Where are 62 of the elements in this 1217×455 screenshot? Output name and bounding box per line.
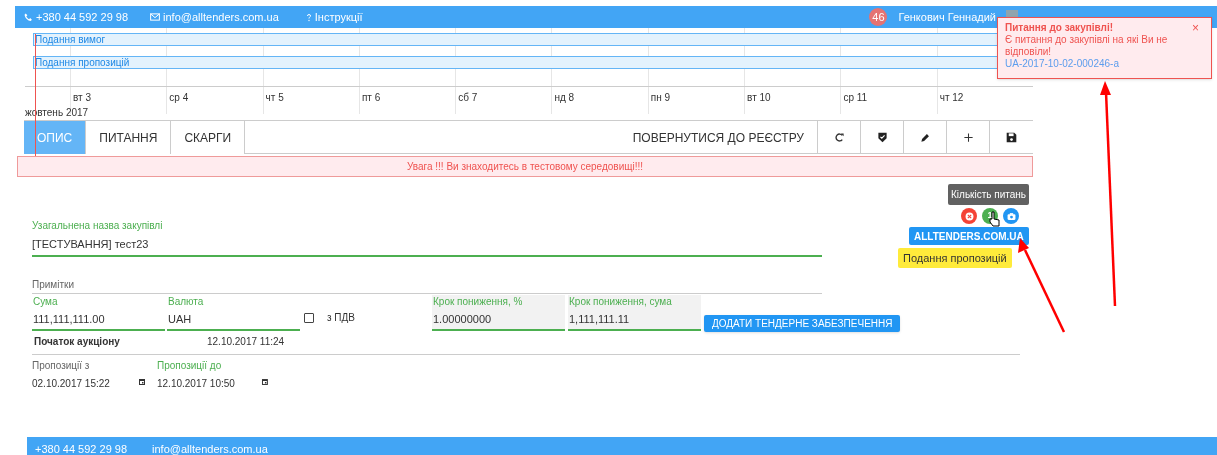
notes-label: Примітки bbox=[32, 276, 822, 294]
notification-message: Є питання до закупівлі на які Ви не відповіли! bbox=[1005, 34, 1169, 58]
field-value: 1,111,111.11 bbox=[569, 311, 631, 327]
add-guarantee-button[interactable]: ДОДАТИ ТЕНДЕРНЕ ЗАБЕЗПЕЧЕННЯ bbox=[704, 314, 901, 332]
calendar-icon[interactable] bbox=[261, 377, 269, 386]
checkbox-label: з ПДВ bbox=[327, 311, 355, 325]
field-label: Валюта bbox=[168, 294, 205, 309]
add-icon bbox=[962, 132, 974, 143]
user-name[interactable]: Генкович Геннадий bbox=[898, 8, 996, 26]
day-label: вт 3 bbox=[72, 92, 91, 104]
tender-link[interactable]: UA-2017-10-02-000246-a bbox=[1005, 58, 1119, 69]
shield-check-icon bbox=[876, 132, 888, 143]
help-link[interactable]: Інструкції bbox=[304, 8, 363, 26]
tab[interactable]: СКАРГИ bbox=[171, 121, 246, 154]
notification-badge[interactable]: 46 bbox=[869, 8, 888, 26]
field-label: Пропозиції з bbox=[32, 358, 91, 373]
title-field[interactable]: [ТЕСТУВАННЯ] тест23 bbox=[32, 236, 822, 253]
warning-banner: Увага !!! Ви знаходитесь в тестовому середовищі!!! bbox=[17, 156, 1033, 177]
day-label: ср 11 bbox=[842, 92, 868, 104]
stage-badge: Подання пропозицій bbox=[898, 248, 1012, 268]
phone-number: +380 44 592 29 98 bbox=[35, 441, 128, 455]
notification-title: Питання до закупівлі! bbox=[1005, 22, 1114, 34]
refresh-icon bbox=[833, 132, 845, 143]
date-field[interactable]: 12.10.2017 10:50 bbox=[157, 375, 262, 391]
cancel-status-icon[interactable] bbox=[961, 208, 977, 224]
field-label: Сума bbox=[33, 294, 59, 309]
back-to-registry-button[interactable]: ПОВЕРНУТИСЯ ДО РЕЄСТРУ bbox=[619, 121, 818, 154]
tooltip: Кількість питань bbox=[948, 184, 1030, 205]
site-button[interactable]: ALLTENDERS.COM.UA bbox=[909, 227, 1029, 245]
day-label: нд 8 bbox=[553, 92, 575, 104]
field-label: Крок пониження, сума bbox=[569, 294, 673, 309]
save-icon bbox=[1006, 132, 1017, 143]
input-field[interactable]: UAH bbox=[168, 310, 300, 329]
field-value: 1.00000000 bbox=[433, 311, 493, 327]
field-label: Узагальнена назва закупівлі bbox=[32, 219, 164, 233]
day-label: чт 5 bbox=[264, 92, 284, 104]
close-button[interactable]: × bbox=[1192, 22, 1199, 34]
mail-icon bbox=[150, 12, 161, 22]
camera-status-icon[interactable] bbox=[1003, 208, 1019, 224]
vat-checkbox[interactable] bbox=[304, 312, 314, 323]
phone-number: +380 44 592 29 98 bbox=[36, 9, 129, 25]
day-label: сб 7 bbox=[457, 92, 478, 104]
calendar-icon[interactable] bbox=[138, 377, 146, 386]
pencil-icon bbox=[919, 132, 931, 143]
tab[interactable]: ПИТАННЯ bbox=[86, 121, 172, 154]
tab[interactable]: ОПИС bbox=[24, 121, 87, 154]
input-field[interactable]: 111,111,111.00 bbox=[33, 310, 165, 329]
hand-cursor-icon bbox=[989, 211, 1000, 227]
email-address: info@alltenders.com.ua bbox=[163, 9, 279, 25]
phone-icon bbox=[24, 12, 33, 22]
day-label: чт 12 bbox=[938, 92, 964, 104]
field-label: Крок пониження, % bbox=[433, 294, 524, 309]
email-address: info@alltenders.com.ua bbox=[152, 441, 268, 455]
field-label: Пропозиції до bbox=[157, 358, 223, 373]
day-label: пн 9 bbox=[649, 92, 671, 104]
field-label: Початок аукціону bbox=[34, 334, 121, 349]
day-label: пт 6 bbox=[360, 92, 381, 104]
day-label: ср 4 bbox=[168, 92, 189, 104]
auction-date: 12.10.2017 11:24 bbox=[207, 334, 285, 349]
date-field[interactable]: 02.10.2017 15:22 bbox=[32, 375, 138, 391]
help-icon bbox=[304, 12, 313, 22]
day-label: вт 10 bbox=[746, 92, 771, 104]
